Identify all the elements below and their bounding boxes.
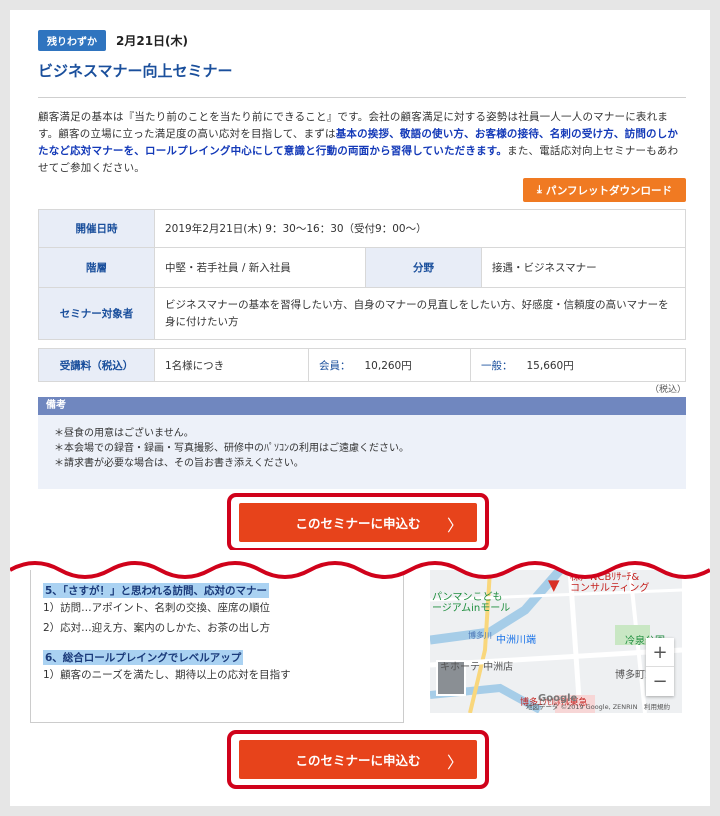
info-row-target: セミナー対象者 ビジネスマナーの基本を習得したい方、自身のマナーの見直しをしたい… bbox=[38, 287, 686, 340]
member-fee: 会員： 10,260円 bbox=[308, 348, 471, 382]
apply-button-highlight-top: このセミナーに申込む 〉 bbox=[227, 493, 489, 552]
field-value: 接遇・ビジネスマナー bbox=[481, 247, 686, 288]
seminar-date: 2月21日(木) bbox=[116, 34, 189, 48]
download-button-label: パンフレットダウンロード bbox=[545, 184, 673, 197]
field-label: 分野 bbox=[365, 247, 482, 288]
fee-unit: 1名様につき bbox=[154, 348, 309, 382]
note-item: ＊請求書が必要な場合は、その旨お書き添えください。 bbox=[54, 458, 304, 469]
page-frame: 残りわずか 2月21日(木) ビジネスマナー向上セミナー 顧客満足の基本は『当た… bbox=[10, 10, 710, 806]
map-label: 博多川 bbox=[468, 631, 492, 640]
general-fee: 一般： 15,660円 bbox=[470, 348, 686, 382]
pamphlet-download-button[interactable]: ⤓ パンフレットダウンロード bbox=[523, 178, 686, 202]
page-title: ビジネスマナー向上セミナー bbox=[38, 62, 233, 80]
apply-button-highlight-bottom: このセミナーに申込む 〉 bbox=[227, 730, 489, 789]
download-icon: ⤓ bbox=[536, 183, 542, 196]
note-item: ＊本会場での録音・録画・写真撮影、研修中のﾊﾟｿｺﾝの利用はご遠慮ください。 bbox=[54, 443, 409, 454]
course-section-6: 6、総合ロールプレイングでレベルアップ bbox=[43, 650, 244, 665]
general-fee-price: 15,660円 bbox=[526, 359, 574, 372]
course-item: 2）応対…迎え方、案内のしかた、お茶の出し方 bbox=[43, 622, 271, 634]
apply-button-top[interactable]: このセミナーに申込む 〉 bbox=[239, 503, 477, 542]
seminar-description: 顧客満足の基本は『当たり前のことを当たり前にできること』です。会社の顧客満足に対… bbox=[38, 109, 688, 177]
apply-button-label: このセミナーに申込む bbox=[295, 753, 421, 768]
apply-button-bottom[interactable]: このセミナーに申込む 〉 bbox=[239, 740, 477, 779]
info-row-date: 開催日時 2019年2月21日(木) 9：30〜16：30（受付9：00〜） bbox=[38, 209, 686, 248]
course-item: 1）訪問…アポイント、名刺の交換、座席の順位 bbox=[43, 602, 270, 614]
map-zoom-control: + − bbox=[646, 638, 674, 696]
google-map[interactable]: ▼ 株）NCBﾘｻｰﾁ& コンサルティング パンマンこども ージアムinモール 中洲… bbox=[430, 570, 682, 713]
date-label: 開催日時 bbox=[38, 209, 155, 248]
target-label: セミナー対象者 bbox=[38, 287, 155, 340]
fee-row: 受講料（税込） 1名様につき 会員： 10,260円 一般： 15,660円 bbox=[38, 348, 686, 382]
notes-box: ＊昼食の用意はございません。 ＊本会場での録音・録画・写真撮影、研修中のﾊﾟｿｺ… bbox=[38, 415, 686, 489]
course-outline: 5、「さすが！」と思われる訪問、応対のマナー 1）訪問…アポイント、名刺の交換、… bbox=[30, 570, 404, 723]
chevron-right-icon: 〉 bbox=[446, 516, 463, 535]
fee-table: 受講料（税込） 1名様につき 会員： 10,260円 一般： 15,660円 bbox=[38, 348, 686, 382]
general-fee-label: 一般： bbox=[481, 359, 513, 372]
zoom-out-button[interactable]: − bbox=[646, 667, 674, 696]
course-item: 1）顧客のニーズを満たし、期待以上の応対を目指す bbox=[43, 669, 291, 681]
map-attribution: 地図データ ©2019 Google, ZENRIN 利用規約 bbox=[526, 703, 670, 711]
level-label: 階層 bbox=[38, 247, 155, 288]
fee-label: 受講料（税込） bbox=[38, 348, 155, 382]
wavy-separator bbox=[10, 550, 710, 579]
note-item: ＊昼食の用意はございません。 bbox=[54, 428, 194, 439]
header-row: 残りわずか 2月21日(木) bbox=[38, 30, 188, 51]
chevron-right-icon: 〉 bbox=[446, 753, 463, 772]
member-fee-label: 会員： bbox=[319, 359, 351, 372]
date-value: 2019年2月21日(木) 9：30〜16：30（受付9：00〜） bbox=[154, 209, 686, 248]
zoom-in-button[interactable]: + bbox=[646, 638, 674, 667]
map-label: 中洲川端 bbox=[496, 635, 536, 646]
map-label: キホーテ 中洲店 bbox=[440, 662, 514, 673]
apply-button-label: このセミナーに申込む bbox=[295, 516, 421, 531]
target-value: ビジネスマナーの基本を習得したい方、自身のマナーの見直しをしたい方、好感度・信頼… bbox=[154, 287, 686, 340]
tax-note: （税込） bbox=[650, 385, 687, 395]
status-badge: 残りわずか bbox=[38, 30, 106, 51]
info-row-level: 階層 中堅・若手社員 / 新入社員 分野 接遇・ビジネスマナー bbox=[38, 247, 686, 288]
course-section-5: 5、「さすが！」と思われる訪問、応対のマナー bbox=[43, 583, 270, 598]
map-label: パンマンこども ージアムinモール bbox=[432, 592, 511, 614]
title-divider bbox=[38, 97, 686, 98]
member-fee-price: 10,260円 bbox=[364, 359, 412, 372]
notes-heading: 備考 bbox=[38, 397, 686, 415]
seminar-info-table: 開催日時 2019年2月21日(木) 9：30〜16：30（受付9：00〜） 階… bbox=[38, 209, 686, 340]
level-value: 中堅・若手社員 / 新入社員 bbox=[154, 247, 366, 288]
